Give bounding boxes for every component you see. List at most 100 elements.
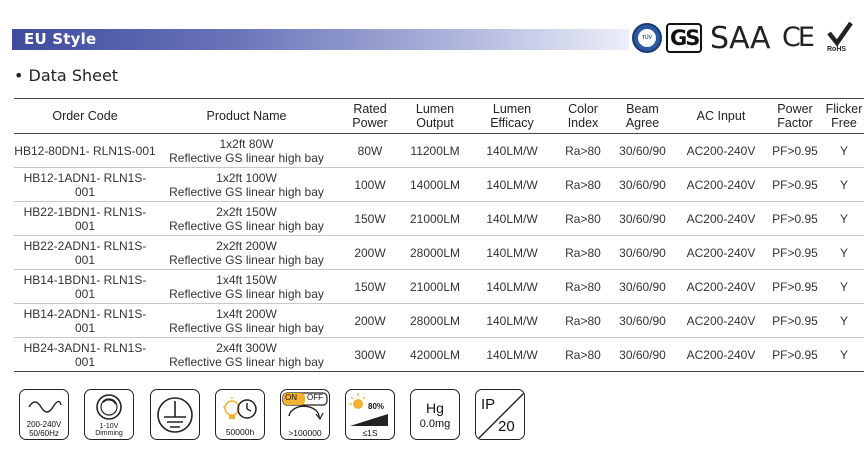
sine-wave-icon: 200-240V 50/60Hz	[19, 389, 69, 440]
rohs-check-icon	[827, 21, 853, 47]
cell-code: HB14-2ADN1- RLN1S-001	[14, 303, 156, 338]
tuv-logo-text: TÜV	[638, 29, 656, 47]
cell-cri: Ra>80	[557, 303, 609, 338]
cell-beam: 30/60/90	[609, 337, 676, 372]
cell-efficacy: 140LM/W	[467, 337, 557, 372]
column-header: Flicker Free	[824, 98, 864, 134]
tuv-logo-icon: TÜV	[632, 23, 662, 53]
mercury-icon: Hg 0.0mg	[410, 389, 460, 440]
product-size: 1x2ft 100W	[216, 170, 277, 185]
cell-power: 80W	[337, 133, 403, 168]
ip-value: 20	[498, 418, 515, 435]
product-desc: Reflective GS linear high bay	[169, 218, 324, 233]
cell-power: 200W	[337, 303, 403, 338]
column-header: Color Index	[557, 98, 609, 134]
cell-efficacy: 140LM/W	[467, 133, 557, 168]
cell-input: AC200-240V	[676, 133, 766, 168]
cell-pf: PF>0.95	[766, 201, 824, 236]
table-row: HB24-3ADN1- RLN1S-001 2x4ft 300W Reflectiv…	[14, 337, 864, 372]
cell-name: 2x2ft 150W Reflective GS linear high bay	[156, 201, 337, 236]
on-off-switch-icon: ON OFF >100000	[280, 389, 330, 440]
table-row: HB12-1ADN1- RLN1S-001 1x2ft 100W Reflectiv…	[14, 167, 864, 202]
voltage-label: 200-240V	[26, 420, 62, 429]
cell-lumen: 14000LM	[403, 167, 467, 202]
cell-name: 2x4ft 300W Reflective GS linear high bay	[156, 337, 337, 372]
ip-prefix: IP	[481, 396, 496, 413]
cell-power: 100W	[337, 167, 403, 202]
frequency-label: 50/60Hz	[29, 429, 59, 438]
cell-code: HB22-2ADN1- RLN1S-001	[14, 235, 156, 270]
cell-efficacy: 140LM/W	[467, 167, 557, 202]
cell-power: 200W	[337, 235, 403, 270]
ce-logo-text: CE	[782, 22, 815, 53]
cell-efficacy: 140LM/W	[467, 235, 557, 270]
cell-code: HB12-1ADN1- RLN1S-001	[14, 167, 156, 202]
mercury-symbol: Hg	[426, 400, 444, 416]
dimmer-knob-icon: 1-10V Dimming	[84, 389, 134, 440]
cell-lumen: 21000LM	[403, 269, 467, 304]
cell-flicker: Y	[824, 303, 864, 338]
cell-pf: PF>0.95	[766, 303, 824, 338]
cell-efficacy: 140LM/W	[467, 269, 557, 304]
product-desc: Reflective GS linear high bay	[169, 320, 324, 335]
product-desc: Reflective GS linear high bay	[169, 354, 324, 369]
cell-input: AC200-240V	[676, 337, 766, 372]
cell-flicker: Y	[824, 337, 864, 372]
cell-flicker: Y	[824, 133, 864, 168]
cell-input: AC200-240V	[676, 235, 766, 270]
cell-name: 1x2ft 100W Reflective GS linear high bay	[156, 167, 337, 202]
column-header: Power Factor	[766, 98, 824, 134]
table-row: HB14-1BDN1- RLN1S-001 1x4ft 150W Reflectiv…	[14, 269, 864, 304]
rohs-logo-text: RoHS	[827, 46, 847, 53]
cell-code: HB22-1BDN1- RLN1S-001	[14, 201, 156, 236]
cell-code: HB14-1BDN1- RLN1S-001	[14, 269, 156, 304]
cell-input: AC200-240V	[676, 269, 766, 304]
gs-logo-icon: GS	[666, 23, 702, 53]
dimming-label: Dimming	[95, 430, 123, 437]
product-desc: Reflective GS linear high bay	[169, 150, 324, 165]
product-size: 1x4ft 150W	[216, 272, 277, 287]
cell-lumen: 11200LM	[403, 133, 467, 168]
cell-code: HB12-80DN1- RLN1S-001	[14, 133, 156, 168]
cell-pf: PF>0.95	[766, 235, 824, 270]
cell-beam: 30/60/90	[609, 167, 676, 202]
cell-flicker: Y	[824, 269, 864, 304]
mercury-value: 0.0mg	[419, 418, 451, 430]
cell-cri: Ra>80	[557, 201, 609, 236]
cell-beam: 30/60/90	[609, 133, 676, 168]
cell-name: 2x2ft 200W Reflective GS linear high bay	[156, 235, 337, 270]
switch-on-label: ON	[285, 393, 297, 402]
lifetime-label: 50000h	[225, 427, 255, 437]
feature-icons: 200-240V 50/60Hz 1-10V Dimming 50000h ON…	[19, 389, 529, 441]
cell-input: AC200-240V	[676, 303, 766, 338]
cell-cri: Ra>80	[557, 167, 609, 202]
data-sheet-table: Order Code Product Name Rated Power Lumen O…	[14, 98, 864, 372]
product-size: 2x2ft 150W	[216, 204, 277, 219]
dimming-range-label: 1-10V	[99, 423, 119, 430]
cell-power: 300W	[337, 337, 403, 372]
saa-logo-text: SAA	[710, 21, 770, 56]
column-header: Order Code	[14, 98, 156, 134]
cell-beam: 30/60/90	[609, 269, 676, 304]
column-header: Beam Agree	[609, 98, 676, 134]
ip-rating-icon: IP 20	[475, 389, 525, 440]
table-row: HB22-1BDN1- RLN1S-001 2x2ft 150W Reflectiv…	[14, 201, 864, 236]
data-sheet-title: • Data Sheet	[14, 66, 119, 85]
column-header: AC Input	[676, 98, 766, 134]
cell-code: HB24-3ADN1- RLN1S-001	[14, 337, 156, 372]
cell-power: 150W	[337, 269, 403, 304]
cell-lumen: 28000LM	[403, 235, 467, 270]
cell-cri: Ra>80	[557, 269, 609, 304]
product-desc: Reflective GS linear high bay	[169, 184, 324, 199]
cell-efficacy: 140LM/W	[467, 201, 557, 236]
cell-input: AC200-240V	[676, 167, 766, 202]
cell-lumen: 21000LM	[403, 201, 467, 236]
table-row: HB22-2ADN1- RLN1S-001 2x2ft 200W Reflectiv…	[14, 235, 864, 270]
cell-flicker: Y	[824, 201, 864, 236]
product-size: 2x2ft 200W	[216, 238, 277, 253]
cell-pf: PF>0.95	[766, 167, 824, 202]
gs-logo-text: GS	[670, 26, 700, 50]
rohs-logo-icon: RoHS	[827, 21, 853, 55]
column-header: Product Name	[156, 98, 337, 134]
certification-logos: TÜV GS SAA CE RoHS	[632, 21, 862, 56]
